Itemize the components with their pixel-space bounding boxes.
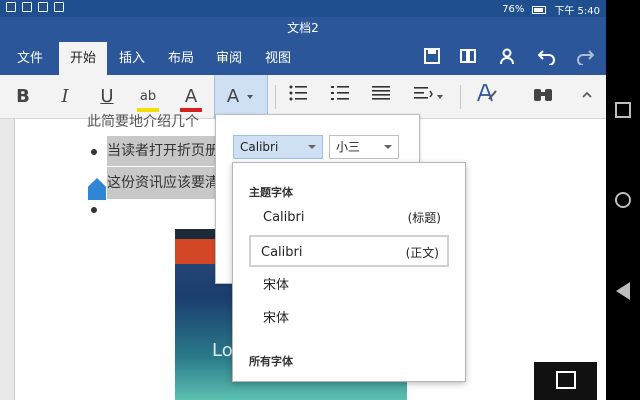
tab-layout[interactable]: 布局 [157, 42, 205, 75]
font-size-value: 小三 [336, 140, 361, 154]
tab-file[interactable]: 文件 [6, 42, 54, 75]
font-option[interactable]: 宋体 [249, 270, 449, 302]
tab-bar: 文件 开始 插入 布局 审阅 视图 [0, 39, 606, 75]
font-color-button[interactable]: A [180, 83, 202, 111]
bullet-list-icon[interactable] [288, 83, 308, 111]
back-icon[interactable] [616, 282, 630, 300]
all-fonts-heading: 所有字体 [249, 355, 293, 368]
font-option[interactable]: 宋体 [249, 303, 449, 335]
font-name-value: Calibri [240, 140, 279, 154]
keyboard-button[interactable] [534, 362, 597, 400]
font-menu-button[interactable]: A [222, 83, 244, 111]
app-screen: 76% 下午 5:40 文档2 文件 开始 插入 布局 审阅 视图 B I U … [0, 0, 606, 400]
save-icon[interactable] [422, 47, 442, 67]
font-name-field[interactable]: Calibri [233, 135, 323, 159]
keyboard-icon [556, 371, 576, 389]
share-icon[interactable] [498, 47, 518, 67]
clock: 下午 5:40 [554, 6, 600, 17]
underline-button[interactable]: U [96, 83, 118, 111]
tab-insert[interactable]: 插入 [108, 42, 156, 75]
font-dropdown-list: 主题字体 Calibri (标题) Calibri (正文) 宋体 宋体 所有字… [232, 162, 466, 382]
document-title: 文档2 [0, 17, 606, 39]
doc-text-line: 当读者打开折页册 [107, 136, 219, 166]
chevron-down-icon [437, 95, 443, 99]
chevron-down-icon [247, 95, 253, 99]
image-text: Lo [212, 340, 233, 361]
tab-review[interactable]: 审阅 [205, 42, 253, 75]
styles-icon[interactable] [476, 83, 498, 111]
theme-fonts-heading: 主题字体 [249, 186, 293, 199]
notification-icon [38, 2, 48, 12]
numbered-list-icon[interactable] [330, 83, 350, 111]
collapse-ribbon-icon[interactable] [580, 83, 594, 111]
undo-icon[interactable] [537, 47, 557, 67]
notification-icon [22, 2, 32, 12]
paragraph-spacing-icon[interactable] [413, 83, 433, 111]
ribbon-divider [275, 85, 276, 109]
recent-apps-icon[interactable] [615, 102, 631, 118]
doc-text-line: 此简要地介绍几个 [87, 114, 199, 130]
bullet-icon [91, 149, 97, 155]
redo-icon[interactable] [575, 47, 595, 67]
battery-percent: 76% [502, 4, 525, 15]
notification-icons [6, 2, 64, 12]
highlight-button[interactable]: ab [137, 83, 159, 111]
read-mode-icon[interactable] [458, 47, 478, 67]
bullet-icon [91, 207, 97, 213]
tab-view[interactable]: 视图 [254, 42, 302, 75]
find-icon[interactable] [532, 83, 554, 111]
battery-icon [532, 5, 547, 14]
ribbon-divider [460, 85, 461, 109]
status-bar: 76% 下午 5:40 [0, 0, 606, 17]
font-size-field[interactable]: 小三 [329, 135, 399, 159]
font-option[interactable]: Calibri (标题) [249, 202, 449, 234]
doc-text-line: 这份资讯应该要清 [107, 167, 219, 199]
align-icon[interactable] [371, 83, 391, 111]
chevron-down-icon [384, 145, 392, 149]
android-nav-bar [606, 0, 640, 400]
notification-icon [54, 2, 64, 12]
font-option-selected[interactable]: Calibri (正文) [249, 235, 449, 267]
chevron-down-icon [308, 145, 316, 149]
italic-button[interactable]: I [54, 83, 76, 111]
tab-home[interactable]: 开始 [59, 42, 108, 75]
home-icon[interactable] [615, 192, 631, 208]
bold-button[interactable]: B [12, 83, 34, 111]
notification-icon [6, 2, 16, 12]
